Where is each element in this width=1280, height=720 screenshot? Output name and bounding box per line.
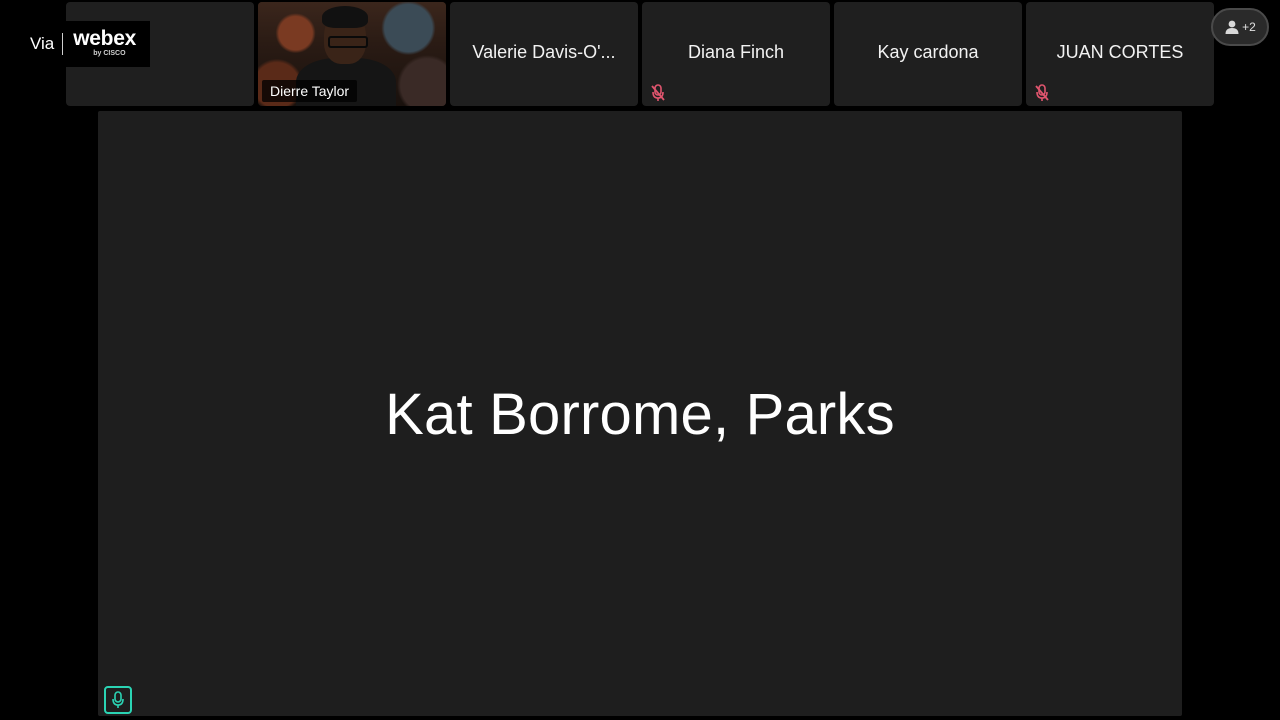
video-person-hair bbox=[322, 6, 368, 28]
participant-tile[interactable]: Kay cardona bbox=[834, 2, 1022, 106]
participant-tile[interactable]: JUAN CORTES bbox=[1026, 2, 1214, 106]
more-participants-button[interactable]: +2 bbox=[1211, 8, 1269, 46]
meeting-window: ce pho... Dierre Taylor Valerie Davis-O'… bbox=[0, 0, 1280, 720]
microphone-icon bbox=[112, 691, 124, 708]
participant-name: Diana Finch bbox=[687, 42, 785, 62]
webex-branding: Via webex by CISCO bbox=[30, 21, 150, 67]
person-icon bbox=[1225, 20, 1239, 34]
more-participants-count: +2 bbox=[1242, 20, 1256, 34]
participant-name: Dierre Taylor bbox=[262, 80, 358, 102]
main-stage: Kat Borrome, Parks bbox=[98, 111, 1182, 716]
participant-name: Kay cardona bbox=[877, 42, 979, 62]
video-glasses bbox=[328, 36, 368, 48]
participant-tile[interactable]: Valerie Davis-O'... bbox=[450, 2, 638, 106]
participant-strip: ce pho... Dierre Taylor Valerie Davis-O'… bbox=[66, 2, 1214, 106]
microphone-muted-icon bbox=[651, 84, 665, 101]
audio-indicator[interactable] bbox=[104, 686, 132, 714]
webex-logo-text: webex bbox=[73, 27, 136, 50]
via-label: Via bbox=[30, 34, 55, 53]
participant-name: JUAN CORTES bbox=[1056, 42, 1184, 62]
cisco-subtext: by CISCO bbox=[93, 50, 126, 57]
microphone-muted-icon bbox=[1035, 84, 1049, 101]
participant-name: Valerie Davis-O'... bbox=[472, 42, 616, 62]
active-speaker-name: Kat Borrome, Parks bbox=[385, 382, 895, 447]
participant-tile[interactable]: Diana Finch bbox=[642, 2, 830, 106]
webex-logo: webex by CISCO bbox=[63, 21, 150, 67]
participant-video-tile[interactable]: Dierre Taylor bbox=[258, 2, 446, 106]
